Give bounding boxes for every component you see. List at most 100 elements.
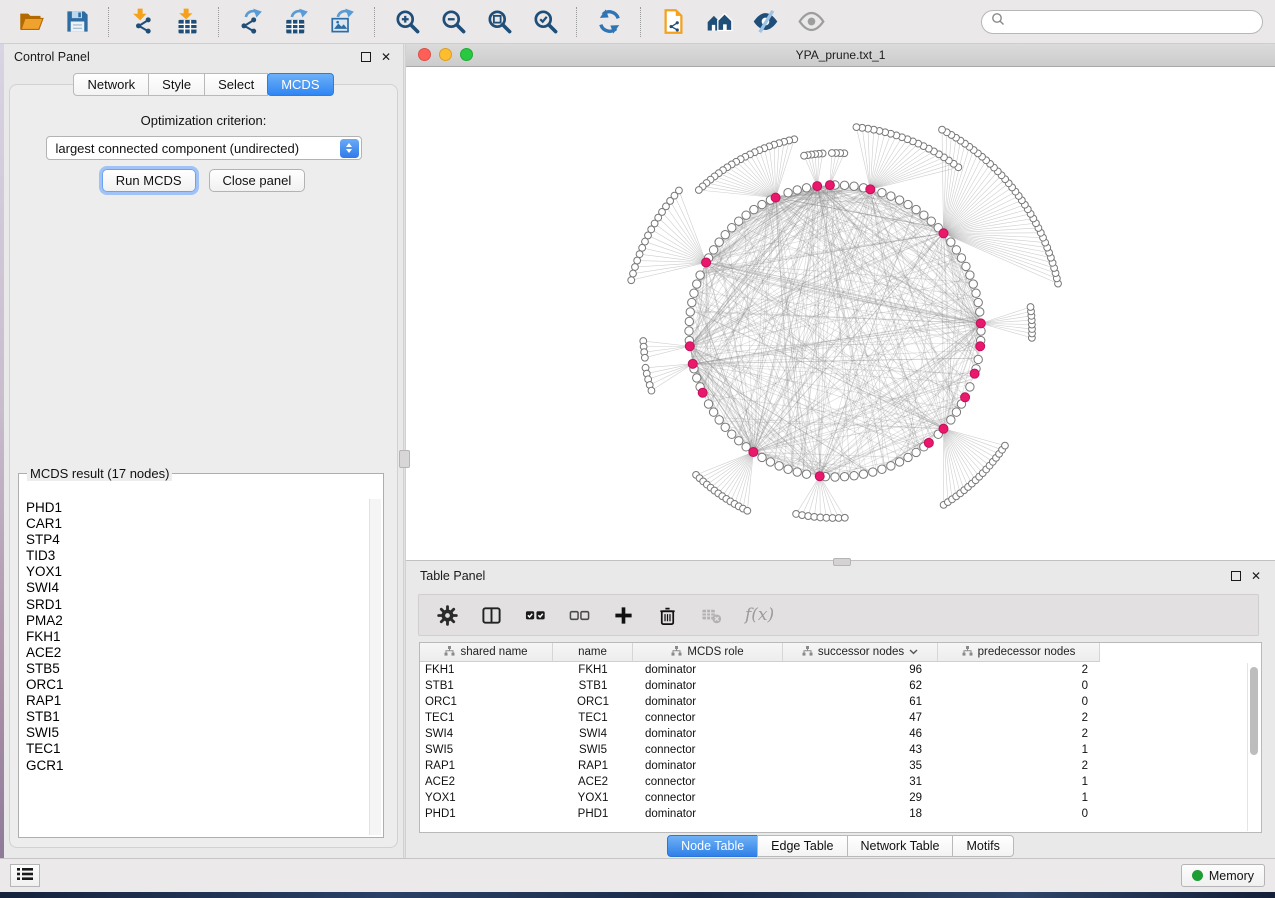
table-row[interactable]: STB1STB1dominator620 — [420, 678, 1261, 694]
control-panel-tabs: NetworkStyleSelectMCDS — [4, 73, 403, 96]
search-box[interactable] — [981, 10, 1263, 34]
save-session-button[interactable] — [58, 5, 96, 39]
window-minimize-icon[interactable] — [439, 48, 452, 61]
network-overview-button[interactable] — [700, 5, 738, 39]
mcds-result-item[interactable]: SRD1 — [26, 597, 383, 613]
share-network-document-button[interactable] — [654, 5, 692, 39]
mcds-result-item[interactable]: GCR1 — [26, 758, 383, 774]
tab-network-table[interactable]: Network Table — [847, 835, 954, 857]
tab-style[interactable]: Style — [148, 73, 205, 96]
table-row[interactable]: FKH1FKH1dominator962 — [420, 662, 1261, 678]
show-graphics-details-button[interactable] — [792, 5, 830, 39]
mcds-result-item[interactable]: TID3 — [26, 548, 383, 564]
refresh-network-button[interactable] — [590, 5, 628, 39]
table-row[interactable]: SWI4SWI4dominator462 — [420, 726, 1261, 742]
mcds-result-item[interactable]: PMA2 — [26, 613, 383, 629]
mcds-result-item[interactable]: STB1 — [26, 709, 383, 725]
optimization-criterion-select[interactable]: largest connected component (undirected) — [46, 136, 362, 160]
export-network-button[interactable] — [232, 5, 270, 39]
open-session-button[interactable] — [12, 5, 50, 39]
import-network-button[interactable] — [122, 5, 160, 39]
network-view-window: YPA_prune.txt_1 — [406, 44, 1275, 560]
split-panel-button[interactable] — [481, 605, 502, 626]
table-row[interactable]: ORC1ORC1dominator610 — [420, 694, 1261, 710]
column-header-MCDS-role[interactable]: MCDS role — [633, 643, 783, 662]
tab-network[interactable]: Network — [73, 73, 149, 96]
mcds-result-item[interactable]: RAP1 — [26, 693, 383, 709]
table-row[interactable]: TEC1TEC1connector472 — [420, 710, 1261, 726]
table-row[interactable]: RAP1RAP1dominator352 — [420, 758, 1261, 774]
deselect-all-columns-button[interactable] — [569, 605, 590, 626]
float-panel-icon[interactable] — [361, 52, 371, 62]
zoom-out-button[interactable] — [434, 5, 472, 39]
table-scrollbar[interactable] — [1247, 663, 1260, 831]
zoom-in-button[interactable] — [388, 5, 426, 39]
close-panel-icon[interactable]: ✕ — [381, 51, 391, 63]
tab-node-table[interactable]: Node Table — [667, 835, 758, 857]
mcds-result-scrollbar[interactable] — [369, 499, 381, 835]
cell: 1 — [938, 792, 1100, 804]
tab-select[interactable]: Select — [204, 73, 268, 96]
network-canvas[interactable] — [406, 67, 1275, 561]
mcds-result-item[interactable]: SWI4 — [26, 580, 383, 596]
memory-status-icon — [1192, 870, 1203, 881]
mcds-result-item[interactable]: STP4 — [26, 532, 383, 548]
table-row[interactable]: SWI5SWI5connector431 — [420, 742, 1261, 758]
add-column-button[interactable] — [613, 605, 634, 626]
column-header-name[interactable]: name — [553, 643, 633, 662]
mcds-result-item[interactable]: YOX1 — [26, 564, 383, 580]
mcds-result-item[interactable]: CAR1 — [26, 516, 383, 532]
close-table-panel-icon[interactable]: ✕ — [1251, 570, 1261, 582]
column-header-shared-name[interactable]: shared name — [420, 643, 553, 662]
mcds-result-item[interactable]: STB5 — [26, 661, 383, 677]
column-type-icon — [962, 646, 973, 659]
memory-button[interactable]: Memory — [1181, 864, 1265, 887]
show-panels-menu-button[interactable] — [10, 864, 40, 887]
network-window-titlebar[interactable]: YPA_prune.txt_1 — [406, 44, 1275, 67]
search-input[interactable] — [1011, 14, 1253, 30]
mcds-result-item[interactable]: SWI5 — [26, 725, 383, 741]
column-header-predecessor-nodes[interactable]: predecessor nodes — [938, 643, 1100, 662]
mcds-result-item[interactable]: TEC1 — [26, 741, 383, 757]
export-network-icon — [238, 8, 265, 35]
table-row[interactable]: ACE2ACE2connector311 — [420, 774, 1261, 790]
zoom-selected-button[interactable] — [526, 5, 564, 39]
network-window-title: YPA_prune.txt_1 — [796, 48, 886, 62]
close-panel-button[interactable]: Close panel — [209, 169, 306, 192]
sort-descending-icon — [909, 646, 918, 658]
mcds-result-list[interactable]: PHD1CAR1STP4TID3YOX1SWI4SRD1PMA2FKH1ACE2… — [19, 499, 383, 837]
tab-edge-table[interactable]: Edge Table — [757, 835, 847, 857]
select-all-columns-button[interactable] — [525, 605, 546, 626]
window-zoom-icon[interactable] — [460, 48, 473, 61]
table-row[interactable]: PHD1PHD1dominator180 — [420, 806, 1261, 822]
tab-motifs[interactable]: Motifs — [952, 835, 1013, 857]
cell: 61 — [783, 696, 938, 708]
mcds-result-item[interactable]: PHD1 — [26, 500, 383, 516]
vertical-splitter-grip[interactable] — [399, 450, 410, 468]
window-close-icon[interactable] — [418, 48, 431, 61]
mcds-result-title: MCDS result (17 nodes) — [27, 466, 172, 481]
column-settings-button[interactable] — [437, 605, 458, 626]
hide-graphics-details-button[interactable] — [746, 5, 784, 39]
table-row[interactable]: YOX1YOX1connector291 — [420, 790, 1261, 806]
split-panel-icon — [481, 605, 502, 626]
run-mcds-button[interactable]: Run MCDS — [102, 169, 196, 192]
mcds-result-item[interactable]: ORC1 — [26, 677, 383, 693]
column-header-successor-nodes[interactable]: successor nodes — [783, 643, 938, 662]
delete-column-button[interactable] — [657, 605, 678, 626]
toolbar-separator — [374, 7, 376, 37]
column-header-label: predecessor nodes — [978, 646, 1076, 658]
cell: 0 — [938, 808, 1100, 820]
toolbar-separator — [640, 7, 642, 37]
horizontal-splitter-grip[interactable] — [833, 558, 851, 566]
import-table-button[interactable] — [168, 5, 206, 39]
export-table-button[interactable] — [278, 5, 316, 39]
cell: 47 — [783, 712, 938, 724]
mcds-result-item[interactable]: ACE2 — [26, 645, 383, 661]
zoom-fit-button[interactable] — [480, 5, 518, 39]
tab-mcds[interactable]: MCDS — [267, 73, 333, 96]
export-image-button[interactable] — [324, 5, 362, 39]
float-table-panel-icon[interactable] — [1231, 571, 1241, 581]
mcds-result-item[interactable]: FKH1 — [26, 629, 383, 645]
table-scrollbar-thumb[interactable] — [1250, 667, 1258, 755]
